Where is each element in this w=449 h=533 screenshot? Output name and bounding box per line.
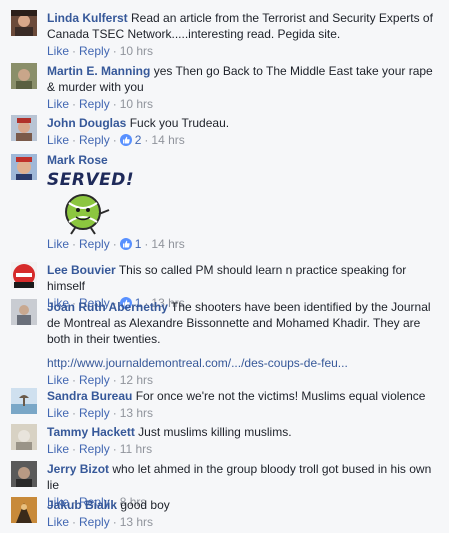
separator: ·	[112, 133, 117, 147]
thumbs-up-icon	[119, 238, 132, 250]
reaction-count[interactable]: 1	[119, 237, 142, 251]
separator: ·	[112, 406, 117, 420]
timestamp[interactable]: 13 hrs	[120, 515, 153, 529]
comment-message: Fuck you Trudeau.	[129, 116, 230, 130]
avatar[interactable]	[11, 461, 37, 487]
like-button[interactable]: Like	[47, 237, 69, 251]
reaction-count-value: 2	[134, 133, 142, 147]
avatar[interactable]	[11, 299, 37, 325]
like-button[interactable]: Like	[47, 515, 69, 529]
separator: ·	[112, 442, 117, 456]
comment-actions: Like · Reply · 10 hrs	[47, 43, 441, 59]
timestamp[interactable]: 10 hrs	[120, 97, 153, 111]
comment-actions: Like · Reply · 12 hrs	[47, 372, 441, 388]
comment-author[interactable]: Mark Rose	[47, 153, 108, 167]
comment-author[interactable]: Sandra Bureau	[47, 389, 132, 403]
separator: ·	[72, 44, 77, 58]
timestamp[interactable]: 14 hrs	[151, 133, 184, 147]
comment-text: Sandra Bureau For once we're not the vic…	[47, 388, 441, 404]
comment-text: John Douglas Fuck you Trudeau.	[47, 115, 441, 131]
separator: ·	[72, 515, 77, 529]
like-button[interactable]: Like	[47, 133, 69, 147]
like-button[interactable]: Like	[47, 406, 69, 420]
separator: ·	[72, 97, 77, 111]
comment-actions: Like · Reply · 11 hrs	[47, 441, 441, 457]
avatar[interactable]	[11, 424, 37, 450]
comment-author[interactable]: Joan Ruth Abernethy	[47, 300, 168, 314]
avatar[interactable]	[11, 10, 37, 36]
separator: ·	[112, 515, 117, 529]
like-button[interactable]: Like	[47, 97, 69, 111]
comment-author[interactable]: Lee Bouvier	[47, 263, 116, 277]
comment-actions: Like · Reply · 10 hrs	[47, 96, 441, 112]
reaction-count-value: 1	[134, 237, 142, 251]
comment-text: Martin E. Manning yes Then go Back to Th…	[47, 63, 441, 95]
separator: ·	[72, 442, 77, 456]
comment-actions: Like · Reply · 13 hrs	[47, 405, 441, 421]
comment-author[interactable]: Linda Kulferst	[47, 11, 128, 25]
comment-author[interactable]: Jerry Bizot	[47, 462, 109, 476]
avatar[interactable]	[11, 262, 37, 288]
separator: ·	[72, 237, 77, 251]
avatar[interactable]	[11, 115, 37, 141]
comment-link[interactable]: http://www.journaldemontreal.com/.../des…	[47, 355, 441, 371]
avatar[interactable]	[11, 388, 37, 414]
comment-text: Joan Ruth Abernethy The shooters have be…	[47, 299, 441, 347]
comment-text: Linda Kulferst Read an article from the …	[47, 10, 441, 42]
comment-actions: Like · Reply · 2 · 14 hrs	[47, 132, 441, 148]
comment-text: Jakub Bialik good boy	[47, 497, 441, 513]
sticker-caption: SERVED!	[47, 170, 135, 190]
like-button[interactable]: Like	[47, 442, 69, 456]
reply-button[interactable]: Reply	[79, 44, 110, 58]
comment-actions: Like · Reply · 1 · 14 hrs	[47, 236, 441, 252]
like-button[interactable]: Like	[47, 44, 69, 58]
reply-button[interactable]: Reply	[79, 406, 110, 420]
timestamp[interactable]: 12 hrs	[120, 373, 153, 387]
comment-text: Mark Rose	[47, 152, 441, 168]
timestamp[interactable]: 13 hrs	[120, 406, 153, 420]
comment-actions: Like · Reply · 13 hrs	[47, 514, 441, 530]
separator: ·	[112, 97, 117, 111]
separator: ·	[72, 373, 77, 387]
comment-author[interactable]: Tammy Hackett	[47, 425, 135, 439]
separator: ·	[72, 133, 77, 147]
timestamp[interactable]: 11 hrs	[120, 442, 152, 456]
separator: ·	[144, 133, 149, 147]
comment-text: Tammy Hackett Just muslims killing musli…	[47, 424, 441, 440]
comment-text: Lee Bouvier This so called PM should lea…	[47, 262, 441, 294]
reply-button[interactable]: Reply	[79, 97, 110, 111]
reply-button[interactable]: Reply	[79, 237, 110, 251]
avatar[interactable]	[11, 497, 37, 523]
reaction-count[interactable]: 2	[119, 133, 142, 147]
avatar[interactable]	[11, 63, 37, 89]
reply-button[interactable]: Reply	[79, 133, 110, 147]
timestamp[interactable]: 10 hrs	[120, 44, 153, 58]
separator: ·	[72, 406, 77, 420]
separator: ·	[144, 237, 149, 251]
avatar[interactable]	[11, 154, 37, 180]
comment-author[interactable]: Martin E. Manning	[47, 64, 150, 78]
reply-button[interactable]: Reply	[79, 442, 110, 456]
like-button[interactable]: Like	[47, 373, 69, 387]
served-sticker[interactable]: SERVED!	[47, 168, 134, 236]
separator: ·	[112, 237, 117, 251]
comment-message: Just muslims killing muslims.	[138, 425, 292, 439]
reply-button[interactable]: Reply	[79, 515, 110, 529]
separator: ·	[112, 44, 117, 58]
comment-message: For once we're not the victims! Muslims …	[135, 389, 426, 403]
reply-button[interactable]: Reply	[79, 373, 110, 387]
separator: ·	[112, 373, 117, 387]
comment-author[interactable]: John Douglas	[47, 116, 126, 130]
comment-author[interactable]: Jakub Bialik	[47, 498, 117, 512]
comment-text: Jerry Bizot who let ahmed in the group b…	[47, 461, 441, 493]
timestamp[interactable]: 14 hrs	[151, 237, 184, 251]
thumbs-up-icon	[119, 134, 132, 146]
comment-message: good boy	[120, 498, 170, 512]
